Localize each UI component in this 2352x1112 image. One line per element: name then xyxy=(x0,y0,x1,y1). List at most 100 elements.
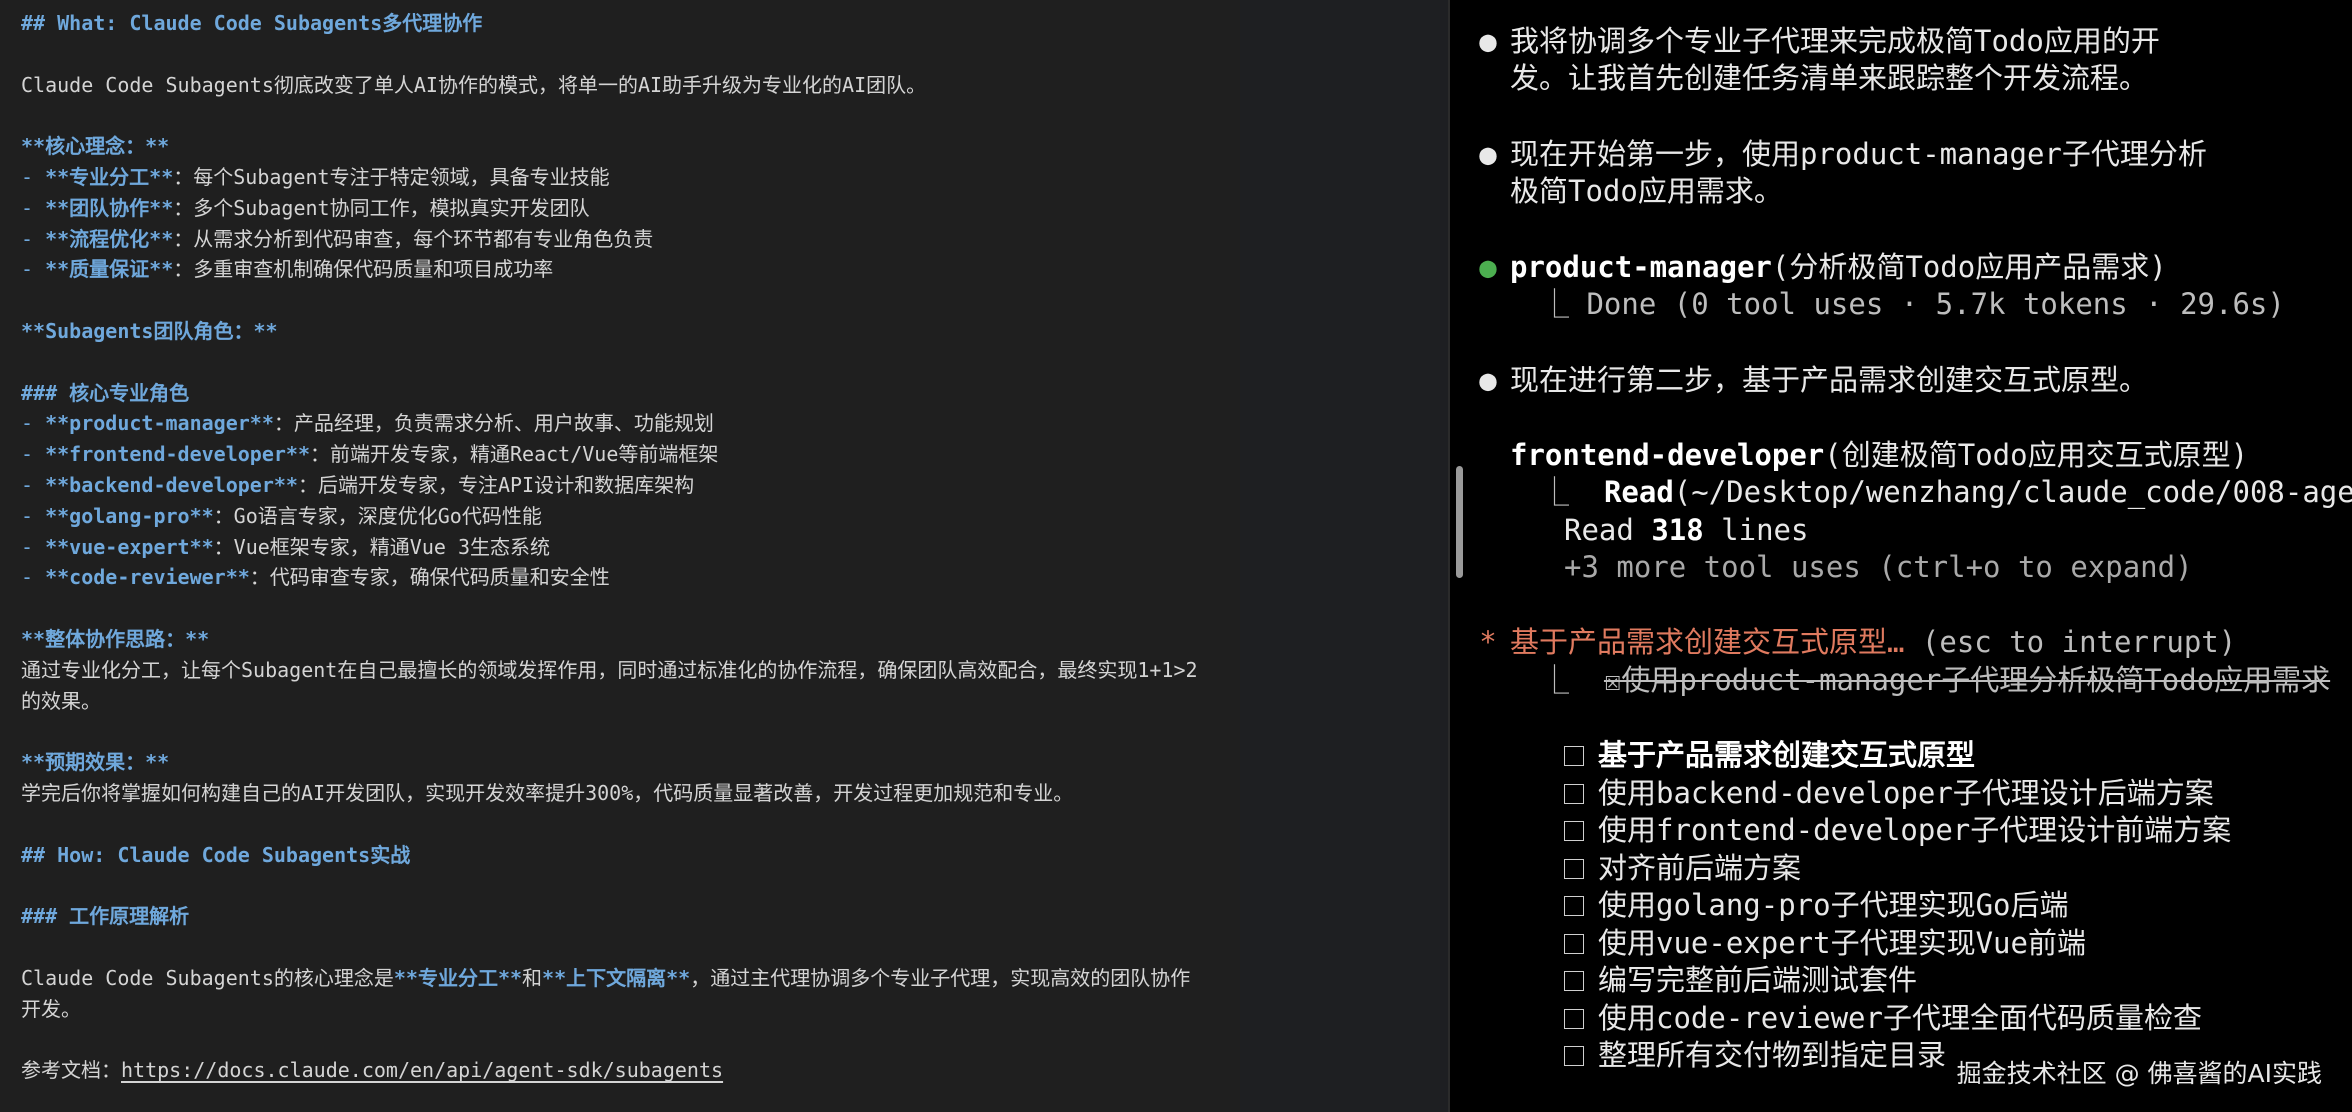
todo-done-line: ⎿ ☒使用product-manager子代理分析极简Todo应用需求 xyxy=(1540,662,2330,700)
editor-text: - xyxy=(21,534,46,559)
agent-call-frontend-developer[interactable]: frontend-developer(创建极简Todo应用交互式原型) xyxy=(1510,437,2248,475)
editor-line[interactable]: ## How: Claude Code Subagents实战 xyxy=(21,840,1240,871)
terminal-pane[interactable]: ● 我将协调多个专业子代理来完成极简Todo应用的开 发。让我首先创建任务清单来… xyxy=(1450,0,2352,1112)
todo-item: 使用golang-pro子代理实现Go后端 xyxy=(1564,887,2069,925)
editor-line[interactable]: ### 工作原理解析 xyxy=(21,901,1240,932)
message-text: 现在开始第一步，使用product-manager子代理分析 xyxy=(1510,137,2207,171)
editor-text: **上下文隔离** xyxy=(542,965,691,990)
editor-line[interactable] xyxy=(21,932,1240,963)
editor-text: ：每个Subagent专注于特定领域，具备专业技能 xyxy=(173,164,610,189)
todo-text: 使用golang-pro子代理实现Go后端 xyxy=(1598,888,2069,922)
editor-line[interactable]: 学完后你将掌握如何构建自己的AI开发团队，实现开发效率提升300%，代码质量显著… xyxy=(21,778,1240,809)
editor-line[interactable]: - **vue-expert**：Vue框架专家，精通Vue 3生态系统 xyxy=(21,532,1240,563)
editor-text: **Subagents团队角色：** xyxy=(21,318,278,343)
editor-text: - xyxy=(21,257,46,282)
todo-item: 使用frontend-developer子代理设计前端方案 xyxy=(1564,812,2231,850)
editor-line[interactable] xyxy=(21,285,1240,316)
agent-call-product-manager[interactable]: product-manager(分析极简Todo应用产品需求) xyxy=(1510,249,2167,287)
message-text: 发。让我首先创建任务清单来跟踪整个开发流程。 xyxy=(1510,61,2149,95)
tool-read-line: ⎿ Read(~/Desktop/wenzhang/claude_code/00… xyxy=(1540,474,2352,512)
editor-line[interactable] xyxy=(21,870,1240,901)
editor-text: - xyxy=(21,411,46,436)
todo-text: 基于产品需求创建交互式原型 xyxy=(1598,738,1976,772)
editor-line[interactable]: **Subagents团队角色：** xyxy=(21,316,1240,347)
editor-text: ，通过主代理协调多个专业子代理，实现高效的团队协作 xyxy=(690,965,1191,990)
checkbox-empty-icon xyxy=(1564,858,1584,879)
todo-text: 使用frontend-developer子代理设计前端方案 xyxy=(1598,813,2232,847)
editor-text: ：代码审查专家，确保代码质量和安全性 xyxy=(249,565,610,590)
checkbox-empty-icon xyxy=(1564,821,1584,841)
editor-text: - xyxy=(21,565,46,590)
editor-text: **vue-expert** xyxy=(45,534,214,559)
editor-text: - xyxy=(21,226,46,251)
editor-line[interactable]: Claude Code Subagents的核心理念是**专业分工**和**上下… xyxy=(21,963,1240,994)
editor-text: **backend-developer** xyxy=(45,472,298,497)
checkbox-empty-icon xyxy=(1564,783,1584,804)
editor-line[interactable]: - **团队协作**：多个Subagent协同工作，模拟真实开发团队 xyxy=(21,193,1240,224)
editor-line[interactable]: ### 核心专业角色 xyxy=(21,378,1240,409)
editor-text: ### 工作原理解析 xyxy=(21,904,190,929)
editor-line[interactable]: 参考文档：https://docs.claude.com/en/api/agen… xyxy=(21,1055,1240,1086)
editor-text: Claude Code Subagents的核心理念是 xyxy=(21,965,394,990)
editor-text: **核心理念：** xyxy=(21,134,170,159)
editor-text: ：多个Subagent协同工作，模拟真实开发团队 xyxy=(173,195,590,220)
editor-line[interactable]: 的效果。 xyxy=(21,686,1240,717)
editor-text: ## What: Claude Code Subagents多代理协作 xyxy=(21,11,483,35)
markdown-editor[interactable]: ## What: Claude Code Subagents多代理协作 Claud… xyxy=(0,0,1240,1112)
editor-line[interactable]: - **code-reviewer**：代码审查专家，确保代码质量和安全性 xyxy=(21,562,1240,593)
editor-text: - xyxy=(21,442,46,467)
editor-text: ：Go语言专家，深度优化Go代码性能 xyxy=(213,503,542,528)
editor-line[interactable]: ## What: Claude Code Subagents多代理协作 xyxy=(21,8,1240,39)
editor-line[interactable] xyxy=(21,347,1240,378)
more-tool-uses[interactable]: +3 more tool uses (ctrl+o to expand) xyxy=(1564,549,2193,587)
editor-line[interactable]: **整体协作思路：** xyxy=(21,624,1240,655)
message-text: 我将协调多个专业子代理来完成极简Todo应用的开 xyxy=(1510,24,2160,58)
doc-link[interactable]: https://docs.claude.com/en/api/agent-sdk… xyxy=(121,1058,723,1082)
editor-content[interactable]: ## What: Claude Code Subagents多代理协作 Claud… xyxy=(21,8,1240,1086)
editor-line[interactable] xyxy=(21,716,1240,747)
todo-text: 整理所有交付物到指定目录 xyxy=(1598,1038,1947,1072)
editor-line[interactable]: Claude Code Subagents彻底改变了单人AI协作的模式，将单一的… xyxy=(21,70,1240,101)
editor-line[interactable]: **核心理念：** xyxy=(21,131,1240,162)
tool-read-result: Read 318 lines xyxy=(1564,513,1809,547)
editor-text: Claude Code Subagents彻底改变了单人AI协作的模式，将单一的… xyxy=(21,72,927,97)
status-line: 基于产品需求创建交互式原型… (esc to interrupt) xyxy=(1510,624,2236,662)
todo-item: 使用code-reviewer子代理全面代码质量检查 xyxy=(1564,1000,2202,1038)
checkbox-empty-icon xyxy=(1564,933,1584,954)
bullet-icon: ● xyxy=(1479,24,1497,58)
editor-line[interactable] xyxy=(21,1024,1240,1055)
editor-line[interactable]: - **product-manager**：产品经理，负责需求分析、用户故事、功… xyxy=(21,408,1240,439)
editor-line[interactable]: - **golang-pro**：Go语言专家，深度优化Go代码性能 xyxy=(21,501,1240,532)
tree-icon: ⎿ xyxy=(1540,475,1570,509)
editor-line[interactable] xyxy=(21,39,1240,70)
editor-text: ：后端开发专家，专注API设计和数据库架构 xyxy=(297,472,695,497)
editor-line[interactable] xyxy=(21,100,1240,131)
checkbox-empty-icon xyxy=(1564,971,1584,991)
editor-line[interactable]: - **流程优化**：从需求分析到代码审查，每个环节都有专业角色负责 xyxy=(21,224,1240,255)
terminal-scrollbar[interactable] xyxy=(1456,466,1463,578)
watermark: 掘金技术社区 @ 佛喜酱的AI实践 xyxy=(1956,1059,2322,1088)
editor-text: **预期效果：** xyxy=(21,750,170,775)
agent-done-icon: ● xyxy=(1479,250,1497,284)
agent-name: frontend-developer xyxy=(1510,438,1825,472)
tool-path: (~/Desktop/wenzhang/claude_code/008-agen… xyxy=(1673,475,2352,509)
editor-text: ### 核心专业角色 xyxy=(21,380,190,405)
editor-line[interactable]: - **质量保证**：多重审查机制确保代码质量和项目成功率 xyxy=(21,254,1240,285)
spinner-star-icon: * xyxy=(1479,625,1497,659)
todo-text: 编写完整前后端测试套件 xyxy=(1598,963,1918,997)
editor-text: **整体协作思路：** xyxy=(21,626,210,651)
editor-line[interactable] xyxy=(21,809,1240,840)
todo-done-item: ☒使用product-manager子代理分析极简Todo应用需求 xyxy=(1603,663,2331,697)
editor-text: **专业分工** xyxy=(393,965,523,990)
editor-line[interactable] xyxy=(21,593,1240,624)
editor-line[interactable]: - **backend-developer**：后端开发专家，专注API设计和数… xyxy=(21,470,1240,501)
editor-line[interactable]: - **frontend-developer**：前端开发专家，精通React/… xyxy=(21,439,1240,470)
interrupt-hint: (esc to interrupt) xyxy=(1904,625,2237,659)
editor-line[interactable]: **预期效果：** xyxy=(21,747,1240,778)
editor-line[interactable]: 通过专业化分工，让每个Subagent在自己最擅长的领域发挥作用，同时通过标准化… xyxy=(21,655,1240,686)
editor-text: ：多重审查机制确保代码质量和项目成功率 xyxy=(173,257,554,282)
editor-line[interactable]: - **专业分工**：每个Subagent专注于特定领域，具备专业技能 xyxy=(21,162,1240,193)
editor-line[interactable]: 开发。 xyxy=(21,994,1240,1025)
agent-result-text: Done (0 tool uses · 5.7k tokens · 29.6s) xyxy=(1586,287,2285,321)
editor-text: 学完后你将掌握如何构建自己的AI开发团队，实现开发效率提升300%，代码质量显著… xyxy=(21,780,1074,805)
